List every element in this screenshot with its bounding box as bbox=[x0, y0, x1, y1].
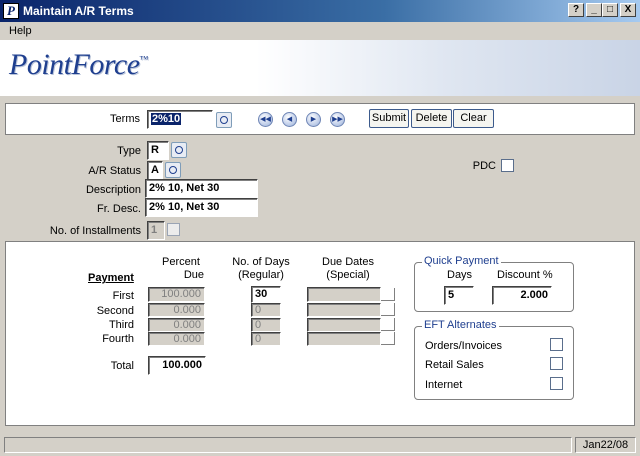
row-label-third: Third bbox=[108, 319, 134, 331]
eft-retail-sales-checkbox[interactable] bbox=[550, 357, 563, 370]
installments-label: No. of Installments bbox=[49, 225, 141, 237]
date-third bbox=[307, 318, 381, 332]
qp-days-input[interactable]: 5 bbox=[444, 286, 474, 305]
days-fourth: 0 bbox=[251, 332, 281, 346]
qp-discount-input[interactable]: 2.000 bbox=[492, 286, 552, 305]
app-icon: P bbox=[3, 3, 19, 19]
terms-value: 2%10 bbox=[151, 113, 182, 125]
menu-help[interactable]: Help bbox=[9, 25, 32, 37]
logo-trademark: ™ bbox=[139, 54, 149, 64]
percent-header-1: Percent bbox=[162, 256, 200, 268]
help-icon[interactable]: ? bbox=[568, 3, 584, 17]
days-header-2: (Regular) bbox=[238, 269, 284, 281]
title-bar: P Maintain A/R Terms ? _ □ X bbox=[0, 0, 640, 22]
fr-desc-label: Fr. Desc. bbox=[96, 203, 141, 215]
eft-internet-label: Internet bbox=[425, 379, 463, 391]
eft-retail-sales-label: Retail Sales bbox=[425, 359, 484, 371]
date-second-picker bbox=[381, 303, 395, 316]
type-label: Type bbox=[117, 145, 141, 157]
description-label: Description bbox=[85, 184, 141, 196]
status-message-pane bbox=[4, 437, 572, 453]
total-label: Total bbox=[110, 360, 134, 372]
type-input[interactable]: R bbox=[147, 141, 169, 160]
delete-button[interactable]: Delete bbox=[411, 109, 452, 128]
maximize-icon[interactable]: □ bbox=[602, 3, 618, 17]
dates-header-2: (Special) bbox=[326, 269, 370, 281]
eft-orders-invoices-checkbox[interactable] bbox=[550, 338, 563, 351]
window-title: Maintain A/R Terms bbox=[23, 4, 134, 18]
payment-header: Payment bbox=[88, 272, 134, 284]
terms-input[interactable]: 2%10 bbox=[147, 110, 213, 129]
eft-internet-checkbox[interactable] bbox=[550, 377, 563, 390]
ar-status-label: A/R Status bbox=[88, 165, 141, 177]
date-first bbox=[307, 287, 381, 302]
row-label-fourth: Fourth bbox=[102, 333, 134, 345]
percent-second: 0.000 bbox=[148, 303, 205, 317]
percent-fourth: 0.000 bbox=[148, 332, 205, 346]
ar-status-lookup-icon[interactable] bbox=[165, 162, 181, 178]
total-value: 100.000 bbox=[148, 356, 206, 375]
quick-payment-legend: Quick Payment bbox=[422, 255, 501, 267]
minimize-icon[interactable]: _ bbox=[586, 3, 602, 17]
percent-header-2: Due bbox=[183, 269, 204, 281]
qp-days-label: Days bbox=[447, 269, 473, 281]
next-record-icon[interactable]: ▶ bbox=[306, 112, 321, 127]
eft-orders-invoices-label: Orders/Invoices bbox=[425, 340, 503, 352]
days-first[interactable]: 30 bbox=[251, 286, 281, 303]
status-bar: Jan22/08 bbox=[0, 434, 640, 456]
submit-button[interactable]: Submit bbox=[369, 109, 409, 128]
days-third: 0 bbox=[251, 318, 281, 332]
terms-label: Terms bbox=[110, 113, 140, 125]
percent-third: 0.000 bbox=[148, 318, 205, 332]
first-record-icon[interactable]: ◀◀ bbox=[258, 112, 273, 127]
terms-lookup-icon[interactable] bbox=[216, 112, 232, 128]
close-icon[interactable]: X bbox=[620, 3, 636, 17]
installments-input: 1 bbox=[147, 221, 165, 240]
installments-lookup-icon bbox=[167, 223, 180, 236]
days-header-1: No. of Days bbox=[232, 256, 290, 268]
row-label-second: Second bbox=[96, 305, 134, 317]
date-fourth-picker bbox=[381, 332, 395, 345]
pdc-checkbox[interactable] bbox=[501, 159, 514, 172]
pdc-label: PDC bbox=[472, 160, 496, 172]
qp-discount-label: Discount % bbox=[497, 269, 553, 281]
previous-record-icon[interactable]: ◀ bbox=[282, 112, 297, 127]
ar-status-input[interactable]: A bbox=[147, 161, 163, 180]
date-second bbox=[307, 303, 381, 317]
terms-toolbar: Terms 2%10 ◀◀ ◀ ▶ ▶▶ Submit Delete Clear bbox=[5, 103, 635, 135]
clear-button[interactable]: Clear bbox=[453, 109, 494, 128]
logo-text: PointForce bbox=[9, 48, 140, 81]
date-fourth bbox=[307, 332, 381, 346]
type-lookup-icon[interactable] bbox=[171, 142, 187, 158]
fr-desc-input[interactable]: 2% 10, Net 30 bbox=[145, 198, 258, 217]
description-input[interactable]: 2% 10, Net 30 bbox=[145, 179, 258, 198]
pointforce-logo: PointForce™ bbox=[9, 48, 148, 82]
dates-header-1: Due Dates bbox=[322, 256, 374, 268]
date-third-picker bbox=[381, 318, 395, 331]
last-record-icon[interactable]: ▶▶ bbox=[330, 112, 345, 127]
eft-legend: EFT Alternates bbox=[422, 319, 499, 331]
date-first-picker bbox=[381, 288, 395, 301]
menu-bar: Help bbox=[0, 22, 640, 40]
installments-panel: Percent Due No. of Days (Regular) Due Da… bbox=[5, 241, 635, 426]
row-label-first: First bbox=[112, 290, 134, 302]
banner: PointForce™ bbox=[0, 40, 640, 96]
days-second: 0 bbox=[251, 303, 281, 317]
status-date: Jan22/08 bbox=[575, 437, 636, 453]
percent-first: 100.000 bbox=[148, 287, 205, 302]
